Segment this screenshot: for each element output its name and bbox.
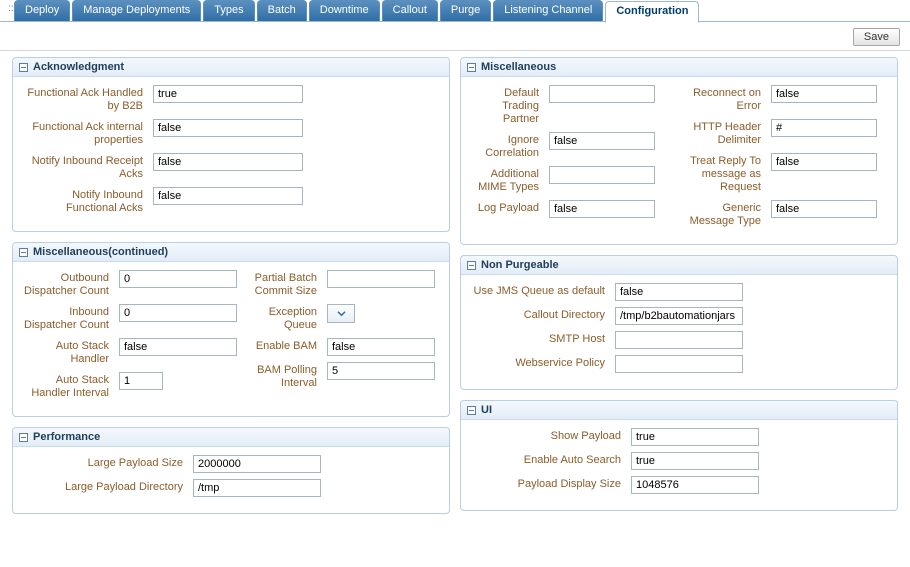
label-bam-polling: BAM Polling Interval: [241, 362, 327, 390]
input-treat-reply[interactable]: [771, 153, 877, 171]
collapse-icon[interactable]: [467, 63, 476, 72]
label-outbound-dispatcher: Outbound Dispatcher Count: [23, 270, 119, 298]
label-exception-queue: Exception Queue: [241, 304, 327, 332]
label-partial-batch: Partial Batch Commit Size: [241, 270, 327, 298]
input-auto-stack-handler[interactable]: [119, 338, 237, 356]
label-http-header-delimiter: HTTP Header Delimiter: [681, 119, 771, 147]
input-default-trading-partner[interactable]: [549, 85, 655, 103]
label-large-payload-dir: Large Payload Directory: [23, 479, 193, 494]
collapse-icon[interactable]: [19, 433, 28, 442]
label-func-ack-internal: Functional Ack internal properties: [23, 119, 153, 147]
label-auto-stack-handler: Auto Stack Handler: [23, 338, 119, 366]
label-generic-message-type: Generic Message Type: [681, 200, 771, 228]
panel-header-ui[interactable]: UI: [461, 401, 897, 420]
input-func-ack-internal[interactable]: [153, 119, 303, 137]
input-bam-polling[interactable]: [327, 362, 435, 380]
label-callout-dir: Callout Directory: [471, 307, 615, 322]
chevron-down-icon: [337, 309, 346, 318]
tab-bar: :: Deploy Manage Deployments Types Batch…: [0, 0, 910, 22]
collapse-icon[interactable]: [19, 248, 28, 257]
label-reconnect-on-error: Reconnect on Error: [681, 85, 771, 113]
input-enable-bam[interactable]: [327, 338, 435, 356]
label-enable-auto-search: Enable Auto Search: [471, 452, 631, 467]
input-ignore-correlation[interactable]: [549, 132, 655, 150]
label-default-trading-partner: Default Trading Partner: [471, 85, 549, 126]
input-notify-inbound-functional[interactable]: [153, 187, 303, 205]
input-http-header-delimiter[interactable]: [771, 119, 877, 137]
input-auto-stack-interval[interactable]: [119, 372, 163, 390]
tab-batch[interactable]: Batch: [257, 0, 307, 21]
tab-purge[interactable]: Purge: [440, 0, 491, 21]
panel-title: Non Purgeable: [481, 259, 559, 271]
panel-title: Miscellaneous: [481, 61, 556, 73]
panel-title: UI: [481, 404, 492, 416]
panel-ui: UI Show Payload Enable Auto Search Paylo…: [460, 400, 898, 511]
panel-performance: Performance Large Payload Size Large Pay…: [12, 427, 450, 514]
tab-listening-channel[interactable]: Listening Channel: [493, 0, 603, 21]
label-payload-display-size: Payload Display Size: [471, 476, 631, 491]
label-use-jms: Use JMS Queue as default: [471, 283, 615, 298]
label-large-payload-size: Large Payload Size: [23, 455, 193, 470]
label-additional-mime: Additional MIME Types: [471, 166, 549, 194]
input-inbound-dispatcher[interactable]: [119, 304, 237, 322]
tab-types[interactable]: Types: [203, 0, 254, 21]
panel-non-purgeable: Non Purgeable Use JMS Queue as default C…: [460, 255, 898, 390]
save-button[interactable]: Save: [853, 28, 900, 46]
input-generic-message-type[interactable]: [771, 200, 877, 218]
label-func-ack-b2b: Functional Ack Handled by B2B: [23, 85, 153, 113]
input-reconnect-on-error[interactable]: [771, 85, 877, 103]
label-auto-stack-interval: Auto Stack Handler Interval: [23, 372, 119, 400]
panel-title: Performance: [33, 431, 100, 443]
label-ignore-correlation: Ignore Correlation: [471, 132, 549, 160]
label-log-payload: Log Payload: [471, 200, 549, 215]
input-webservice-policy[interactable]: [615, 355, 743, 373]
input-func-ack-b2b[interactable]: [153, 85, 303, 103]
label-treat-reply: Treat Reply To message as Request: [681, 153, 771, 194]
panel-header-non-purgeable[interactable]: Non Purgeable: [461, 256, 897, 275]
input-notify-inbound-receipt[interactable]: [153, 153, 303, 171]
collapse-icon[interactable]: [19, 63, 28, 72]
label-webservice-policy: Webservice Policy: [471, 355, 615, 370]
input-outbound-dispatcher[interactable]: [119, 270, 237, 288]
panel-header-miscellaneous[interactable]: Miscellaneous: [461, 58, 897, 77]
label-notify-inbound-functional: Notify Inbound Functional Acks: [23, 187, 153, 215]
input-show-payload[interactable]: [631, 428, 759, 446]
content-area: Acknowledgment Functional Ack Handled by…: [0, 51, 910, 534]
input-smtp-host[interactable]: [615, 331, 743, 349]
panel-miscellaneous: Miscellaneous Default Trading Partner Ig…: [460, 57, 898, 245]
panel-acknowledgment: Acknowledgment Functional Ack Handled by…: [12, 57, 450, 232]
tab-callout[interactable]: Callout: [382, 0, 438, 21]
panel-header-misc-continued[interactable]: Miscellaneous(continued): [13, 243, 449, 262]
collapse-icon[interactable]: [467, 261, 476, 270]
content-toolbar: Save: [0, 22, 910, 51]
select-exception-queue[interactable]: [327, 304, 355, 323]
label-show-payload: Show Payload: [471, 428, 631, 443]
panel-title: Acknowledgment: [33, 61, 124, 73]
input-payload-display-size[interactable]: [631, 476, 759, 494]
label-smtp-host: SMTP Host: [471, 331, 615, 346]
panel-header-performance[interactable]: Performance: [13, 428, 449, 447]
input-additional-mime[interactable]: [549, 166, 655, 184]
panel-header-acknowledgment[interactable]: Acknowledgment: [13, 58, 449, 77]
panel-misc-continued: Miscellaneous(continued) Outbound Dispat…: [12, 242, 450, 417]
input-large-payload-size[interactable]: [193, 455, 321, 473]
tab-downtime[interactable]: Downtime: [309, 0, 380, 21]
input-enable-auto-search[interactable]: [631, 452, 759, 470]
input-partial-batch[interactable]: [327, 270, 435, 288]
collapse-icon[interactable]: [467, 406, 476, 415]
tab-configuration[interactable]: Configuration: [605, 1, 699, 23]
input-callout-dir[interactable]: [615, 307, 743, 325]
input-log-payload[interactable]: [549, 200, 655, 218]
tab-deploy[interactable]: Deploy: [14, 0, 70, 21]
input-large-payload-dir[interactable]: [193, 479, 321, 497]
label-notify-inbound-receipt: Notify Inbound Receipt Acks: [23, 153, 153, 181]
panel-title: Miscellaneous(continued): [33, 246, 168, 258]
label-inbound-dispatcher: Inbound Dispatcher Count: [23, 304, 119, 332]
tab-manage-deployments[interactable]: Manage Deployments: [72, 0, 201, 21]
input-use-jms[interactable]: [615, 283, 743, 301]
label-enable-bam: Enable BAM: [241, 338, 327, 353]
